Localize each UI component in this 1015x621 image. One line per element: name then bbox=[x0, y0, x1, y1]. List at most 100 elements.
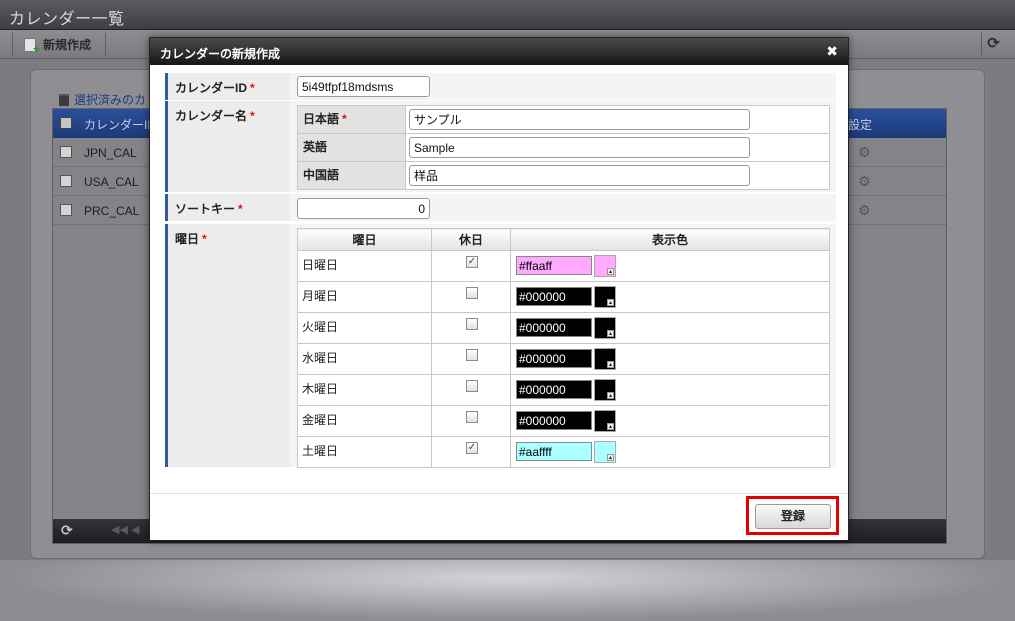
calendar-name-row: カレンダー名* 日本語* 英語 中国語 bbox=[165, 101, 836, 193]
name-zh-input[interactable] bbox=[409, 165, 750, 186]
calendar-id-label: カレンダーID * bbox=[175, 81, 255, 95]
weekday-name: 水曜日 bbox=[297, 343, 432, 375]
holiday-cell: ✓ bbox=[431, 436, 511, 468]
color-hex-input[interactable] bbox=[516, 318, 592, 337]
required-mark: * bbox=[342, 112, 347, 126]
gear-icon[interactable]: ⚙ bbox=[858, 144, 871, 161]
holiday-checkbox[interactable] bbox=[466, 287, 478, 299]
row-checkbox[interactable] bbox=[60, 204, 72, 216]
close-icon[interactable]: ✖ bbox=[826, 43, 838, 60]
new-document-icon bbox=[24, 37, 40, 56]
color-swatch[interactable]: ▴ bbox=[594, 317, 616, 339]
sort-key-value-cell bbox=[290, 194, 836, 221]
color-swatch[interactable]: ▴ bbox=[594, 441, 616, 463]
color-swatch[interactable]: ▴ bbox=[594, 379, 616, 401]
row-checkbox[interactable] bbox=[60, 175, 72, 187]
color-swatch[interactable]: ▴ bbox=[594, 410, 616, 432]
weekday-name: 土曜日 bbox=[297, 436, 432, 468]
weekday-table-row: 土曜日 ✓ ▴ bbox=[297, 436, 830, 468]
weekday-name: 火曜日 bbox=[297, 312, 432, 344]
weekday-name: 月曜日 bbox=[297, 281, 432, 313]
color-hex-input[interactable] bbox=[516, 349, 592, 368]
color-cell: ▴ bbox=[510, 250, 830, 282]
calendar-name-table: 日本語* 英語 中国語 bbox=[297, 105, 830, 190]
background-shade bbox=[0, 560, 1015, 621]
toolbar-separator bbox=[105, 33, 106, 56]
color-hex-input[interactable] bbox=[516, 380, 592, 399]
delete-selected-link[interactable]: 選択済みのカ bbox=[59, 91, 146, 108]
weekday-table-row: 金曜日 ▴ bbox=[297, 405, 830, 437]
pager-nav-icons[interactable]: ◀◀ ◀ bbox=[111, 523, 139, 536]
register-button[interactable]: 登録 bbox=[755, 504, 831, 529]
swatch-dropdown-icon: ▴ bbox=[607, 268, 614, 275]
grid-col-name: カレンダーID bbox=[84, 118, 157, 132]
name-row-ja: 日本語 * bbox=[297, 105, 830, 134]
holiday-checkbox[interactable] bbox=[466, 318, 478, 330]
lang-label-zh: 中国語 bbox=[297, 161, 406, 190]
color-hex-input[interactable] bbox=[516, 287, 592, 306]
color-hex-input[interactable] bbox=[516, 256, 592, 275]
row-checkbox[interactable] bbox=[60, 146, 72, 158]
weekday-label: 曜日 * bbox=[175, 232, 207, 246]
lang-label-en: 英語 bbox=[297, 133, 406, 162]
gear-icon[interactable]: ⚙ bbox=[858, 202, 871, 219]
holiday-checkbox[interactable]: ✓ bbox=[466, 256, 478, 268]
color-cell: ▴ bbox=[510, 343, 830, 375]
trash-icon bbox=[59, 93, 69, 106]
dialog-header: カレンダーの新規作成 ✖ bbox=[150, 38, 848, 65]
weekday-table-row: 月曜日 ▴ bbox=[297, 281, 830, 313]
create-calendar-dialog: カレンダーの新規作成 ✖ カレンダーID* カレンダー名* 日本語* bbox=[149, 37, 849, 541]
holiday-checkbox[interactable] bbox=[466, 349, 478, 361]
weekday-name: 金曜日 bbox=[297, 405, 432, 437]
weekday-name: 日曜日 bbox=[297, 250, 432, 282]
holiday-checkbox[interactable] bbox=[466, 411, 478, 423]
swatch-dropdown-icon: ▴ bbox=[607, 454, 614, 461]
calendar-id-value-cell bbox=[290, 73, 836, 100]
calendar-id-input[interactable] bbox=[297, 76, 430, 97]
name-ja-input[interactable] bbox=[409, 109, 750, 130]
color-swatch[interactable]: ▴ bbox=[594, 286, 616, 308]
color-swatch[interactable]: ▴ bbox=[594, 348, 616, 370]
pager-refresh-icon[interactable]: ⟳ bbox=[61, 522, 73, 539]
calendar-id-label-cell: カレンダーID * bbox=[165, 73, 290, 100]
holiday-cell: ✓ bbox=[431, 250, 511, 282]
col-header-color: 表示色 bbox=[510, 228, 830, 251]
color-cell: ▴ bbox=[510, 281, 830, 313]
color-cell: ▴ bbox=[510, 374, 830, 406]
color-cell: ▴ bbox=[510, 436, 830, 468]
app-titlebar: カレンダー一覧 bbox=[0, 0, 1015, 30]
color-hex-input[interactable] bbox=[516, 411, 592, 430]
weekday-table: 曜日 休日 表示色 日曜日 ✓ ▴ 月曜日 ▴ 火曜日 ▴ 水曜日 ▴ 木曜日 ▴ 金曜日 ▴ 土曜日 ✓ ▴ bbox=[297, 228, 830, 468]
color-swatch[interactable]: ▴ bbox=[594, 255, 616, 277]
color-hex-input[interactable] bbox=[516, 442, 592, 461]
sort-key-input[interactable] bbox=[297, 198, 430, 219]
grid-col-settings: 設定 bbox=[848, 118, 873, 132]
select-all-checkbox[interactable] bbox=[60, 117, 72, 129]
sort-key-label: ソートキー * bbox=[175, 202, 243, 216]
toolbar-separator bbox=[12, 33, 13, 56]
row-name: JPN_CAL bbox=[84, 146, 137, 160]
dialog-title: カレンダーの新規作成 bbox=[160, 47, 281, 61]
refresh-button[interactable]: ⟳ bbox=[981, 33, 1005, 55]
gear-icon[interactable]: ⚙ bbox=[858, 173, 871, 190]
holiday-checkbox[interactable] bbox=[466, 380, 478, 392]
dialog-footer-divider bbox=[150, 493, 848, 494]
holiday-cell bbox=[431, 312, 511, 344]
calendar-name-value-cell: 日本語* 英語 中国語 bbox=[290, 101, 836, 192]
delete-selected-label: 選択済みのカ bbox=[74, 93, 147, 107]
lang-value-zh bbox=[405, 161, 830, 190]
weekday-table-row: 日曜日 ✓ ▴ bbox=[297, 250, 830, 282]
required-mark: * bbox=[202, 232, 207, 246]
weekday-table-row: 火曜日 ▴ bbox=[297, 312, 830, 344]
weekday-table-row: 木曜日 ▴ bbox=[297, 374, 830, 406]
swatch-dropdown-icon: ▴ bbox=[607, 423, 614, 430]
required-mark: * bbox=[250, 81, 255, 95]
name-en-input[interactable] bbox=[409, 137, 750, 158]
holiday-checkbox[interactable]: ✓ bbox=[466, 442, 478, 454]
swatch-dropdown-icon: ▴ bbox=[607, 330, 614, 337]
new-calendar-button[interactable]: 新規作成 bbox=[18, 34, 97, 56]
holiday-cell bbox=[431, 343, 511, 375]
checkmark-icon: ✓ bbox=[467, 442, 477, 453]
color-cell: ▴ bbox=[510, 312, 830, 344]
weekday-value-cell: 曜日 休日 表示色 日曜日 ✓ ▴ 月曜日 ▴ 火曜日 ▴ 水曜日 ▴ 木曜日 ▴ 金曜日 ▴ 土曜日 ✓ ▴ bbox=[290, 224, 836, 468]
